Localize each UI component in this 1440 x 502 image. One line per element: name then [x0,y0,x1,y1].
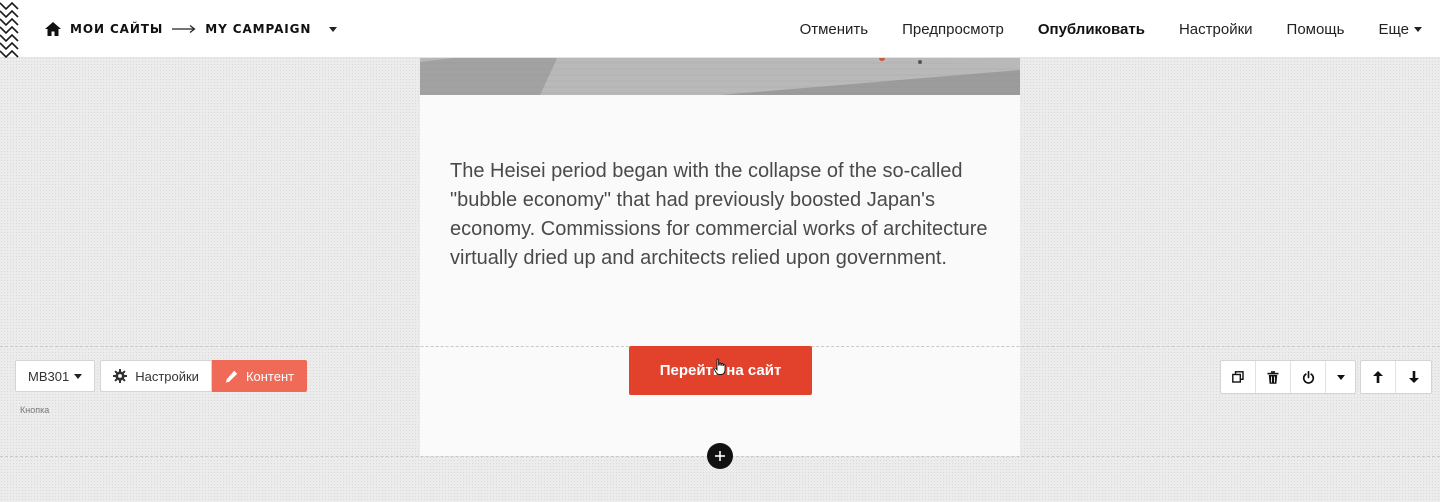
delete-button[interactable] [1256,361,1291,393]
trash-icon [1267,370,1279,384]
block-move-group [1360,360,1432,394]
block-type-label: Кнопка [20,405,50,415]
duplicate-icon [1232,371,1244,383]
add-block-button[interactable] [707,443,733,469]
plus-icon [715,451,725,461]
arrow-right-icon [172,25,196,33]
duplicate-button[interactable] [1221,361,1256,393]
chevron-down-icon [1414,27,1422,33]
gear-icon [113,369,128,383]
more-menu-label: Еще [1378,20,1409,38]
more-menu[interactable]: Еще [1378,21,1422,38]
logo-zigzag-icon[interactable] [0,0,20,58]
pencil-icon [225,370,238,382]
arrow-up-icon [1373,371,1383,383]
block-actions-group [1220,360,1356,394]
block-code-label: MB301 [28,368,70,384]
chevron-down-icon [1336,374,1345,380]
more-actions-dropdown[interactable] [1326,361,1355,393]
breadcrumb-my-sites[interactable]: МОИ САЙТЫ [70,22,163,36]
undo-link[interactable]: Отменить [800,21,869,38]
move-down-button[interactable] [1396,361,1431,393]
block-code-dropdown[interactable]: MB301 [15,360,96,392]
home-icon[interactable] [44,20,62,38]
top-nav: Отменить Предпросмотр Опубликовать Настр… [766,0,1422,58]
block-settings-button[interactable]: Настройки [100,360,212,392]
top-bar: МОИ САЙТЫ MY CAMPAIGN Отменить Предпросм… [0,0,1440,58]
block-content-label: Контент [245,368,295,384]
toggle-visibility-button[interactable] [1291,361,1326,393]
publish-link[interactable]: Опубликовать [1038,21,1145,38]
block-toolbar: MB301 Настройки Контент [15,360,308,392]
hand-cursor-icon [713,358,726,375]
help-link[interactable]: Помощь [1287,21,1345,38]
chevron-down-icon[interactable] [329,26,338,32]
chevron-down-icon [74,373,83,379]
block-content-button[interactable]: Контент [211,360,308,392]
settings-link[interactable]: Настройки [1179,21,1253,38]
block-actions-toolbar [1220,360,1432,394]
arrow-down-icon [1408,371,1419,383]
breadcrumb-campaign[interactable]: MY CAMPAIGN [205,22,311,36]
block-settings-label: Настройки [135,368,199,384]
power-icon [1302,370,1314,384]
breadcrumb: МОИ САЙТЫ MY CAMPAIGN [44,19,338,39]
body-paragraph[interactable]: The Heisei period began with the collaps… [450,157,990,273]
move-up-button[interactable] [1361,361,1396,393]
preview-link[interactable]: Предпросмотр [902,21,1004,38]
